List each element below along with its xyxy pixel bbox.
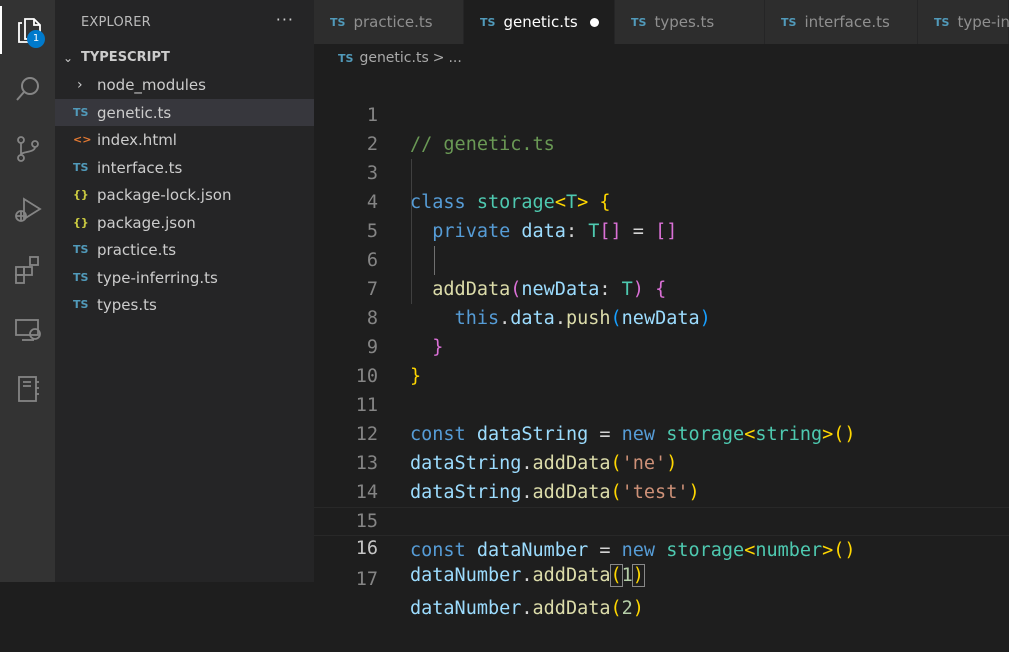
code-line: 9 } [314,304,1009,387]
code-line: 14 [314,449,1009,503]
number-token: 1 [621,565,633,586]
code-line: 5 [314,188,1009,242]
tree-item-label: node_modules [97,75,206,94]
typescript-file-icon: TS [73,243,89,256]
operator-token: . [521,565,533,586]
source-control-icon[interactable] [0,125,55,173]
tree-item-label: type-inferring.ts [97,268,218,287]
typescript-file-icon: TS [338,51,354,65]
tab-label: practice.ts [353,13,433,31]
tab-label: type-in [957,13,1009,31]
code-line: 6 addData(newData: T) { [314,217,1009,300]
tree-item-types-ts[interactable]: TS types.ts [55,291,314,318]
sidebar-title: EXPLORER [81,14,151,30]
tree-item-node-modules[interactable]: › node_modules [55,71,314,98]
explorer-sidebar: EXPLORER ··· ⌄ TYPESCRIPT › node_modules… [55,0,314,582]
tab-types-ts[interactable]: TS types.ts [615,0,765,44]
typescript-file-icon: TS [73,161,89,174]
tree-item-index-html[interactable]: <> index.html [55,126,314,153]
tree-item-package-json[interactable]: {} package.json [55,209,314,236]
tree-item-label: interface.ts [97,158,183,177]
editor-tab-bar: TS practice.ts TS genetic.ts TS types.ts… [314,0,1009,44]
unsaved-dot-icon[interactable] [590,18,599,27]
code-line: 11 const dataString = new storage<string… [314,362,1009,445]
typescript-file-icon: TS [73,271,89,284]
typescript-file-icon: TS [631,15,647,29]
bracket-token-matched: ( [609,564,623,587]
tab-interface-ts[interactable]: TS interface.ts [765,0,918,44]
tab-label: genetic.ts [503,13,578,31]
code-line: 12 dataString.addData('ne') [314,391,1009,474]
code-line: 13 dataString.addData('test') [314,420,1009,503]
bracket-token: ( [610,598,622,619]
code-line: 1 // genetic.ts [314,72,1009,155]
variable-token: dataNumber [410,598,522,619]
tab-genetic-ts[interactable]: TS genetic.ts [464,0,615,44]
code-line: 4 private data: T[] = [] [314,159,1009,242]
chevron-right-icon: › [77,76,83,93]
tab-practice-ts[interactable]: TS practice.ts [314,0,464,44]
folder-section-typescript[interactable]: ⌄ TYPESCRIPT [55,44,314,71]
typescript-file-icon: TS [781,15,797,29]
code-line: 15 const dataNumber = new storage<number… [314,478,1009,561]
json-file-icon: {} [73,216,89,229]
tree-item-label: index.html [97,130,177,149]
tree-item-label: types.ts [97,295,157,314]
operator-token: . [521,598,533,619]
tab-label: interface.ts [804,13,890,31]
tab-type-inferring-ts[interactable]: TS type-in [918,0,1009,44]
code-line: 3 class storage<T> { [314,130,1009,213]
typescript-file-icon: TS [330,15,346,29]
files-icon[interactable] [0,6,55,54]
tree-item-practice-ts[interactable]: TS practice.ts [55,236,314,263]
sidebar-header: EXPLORER ··· [55,0,314,44]
code-line: 8 } [314,275,1009,358]
activity-bar: 1 [0,0,55,582]
code-editor[interactable]: 1 // genetic.ts 2 3 class storage<T> { 4… [314,72,1009,619]
breadcrumb-symbols[interactable]: ... [448,50,461,66]
tree-item-label: package.json [97,213,196,232]
section-title: TYPESCRIPT [81,50,170,65]
more-actions-icon[interactable]: ··· [276,10,294,29]
code-line: 17 dataNumber.addData(2) [314,536,1009,619]
remote-explorer-icon[interactable] [0,305,55,353]
breadcrumb-file[interactable]: genetic.ts [359,50,428,66]
notebook-icon[interactable] [0,365,55,413]
code-line: 10 [314,333,1009,387]
variable-token: dataNumber [410,565,522,586]
typescript-file-icon: TS [73,106,89,119]
tree-item-interface-ts[interactable]: TS interface.ts [55,154,314,181]
tree-item-label: practice.ts [97,240,177,259]
typescript-file-icon: TS [480,15,496,29]
tree-item-label: genetic.ts [97,103,172,122]
tab-label: types.ts [654,13,715,31]
tree-item-genetic-ts[interactable]: TS genetic.ts [55,99,314,126]
method-token: addData [532,598,611,619]
code-line: 2 [314,101,1009,155]
code-line-current: 16 dataNumber.addData(1) [314,507,1009,587]
run-debug-icon[interactable] [0,185,55,233]
code-line: 7 this.data.push(newData) [314,246,1009,329]
tree-item-label: package-lock.json [97,185,232,204]
chevron-down-icon: ⌄ [62,50,74,65]
breadcrumb-separator: > [432,50,445,66]
tree-item-package-lock-json[interactable]: {} package-lock.json [55,181,314,208]
explorer-badge: 1 [27,30,45,48]
html-file-icon: <> [73,133,92,146]
json-file-icon: {} [73,188,89,201]
search-icon[interactable] [0,65,55,113]
method-token: addData [532,565,611,586]
extensions-icon[interactable] [0,245,55,293]
typescript-file-icon: TS [73,298,89,311]
bracket-token-matched: ) [631,564,645,587]
line-number: 17 [355,569,378,590]
tree-item-type-inferring-ts[interactable]: TS type-inferring.ts [55,264,314,291]
number-token: 2 [621,598,633,619]
breadcrumb: TS genetic.ts > ... [314,44,1009,72]
bracket-token: ) [632,598,644,619]
typescript-file-icon: TS [934,15,950,29]
